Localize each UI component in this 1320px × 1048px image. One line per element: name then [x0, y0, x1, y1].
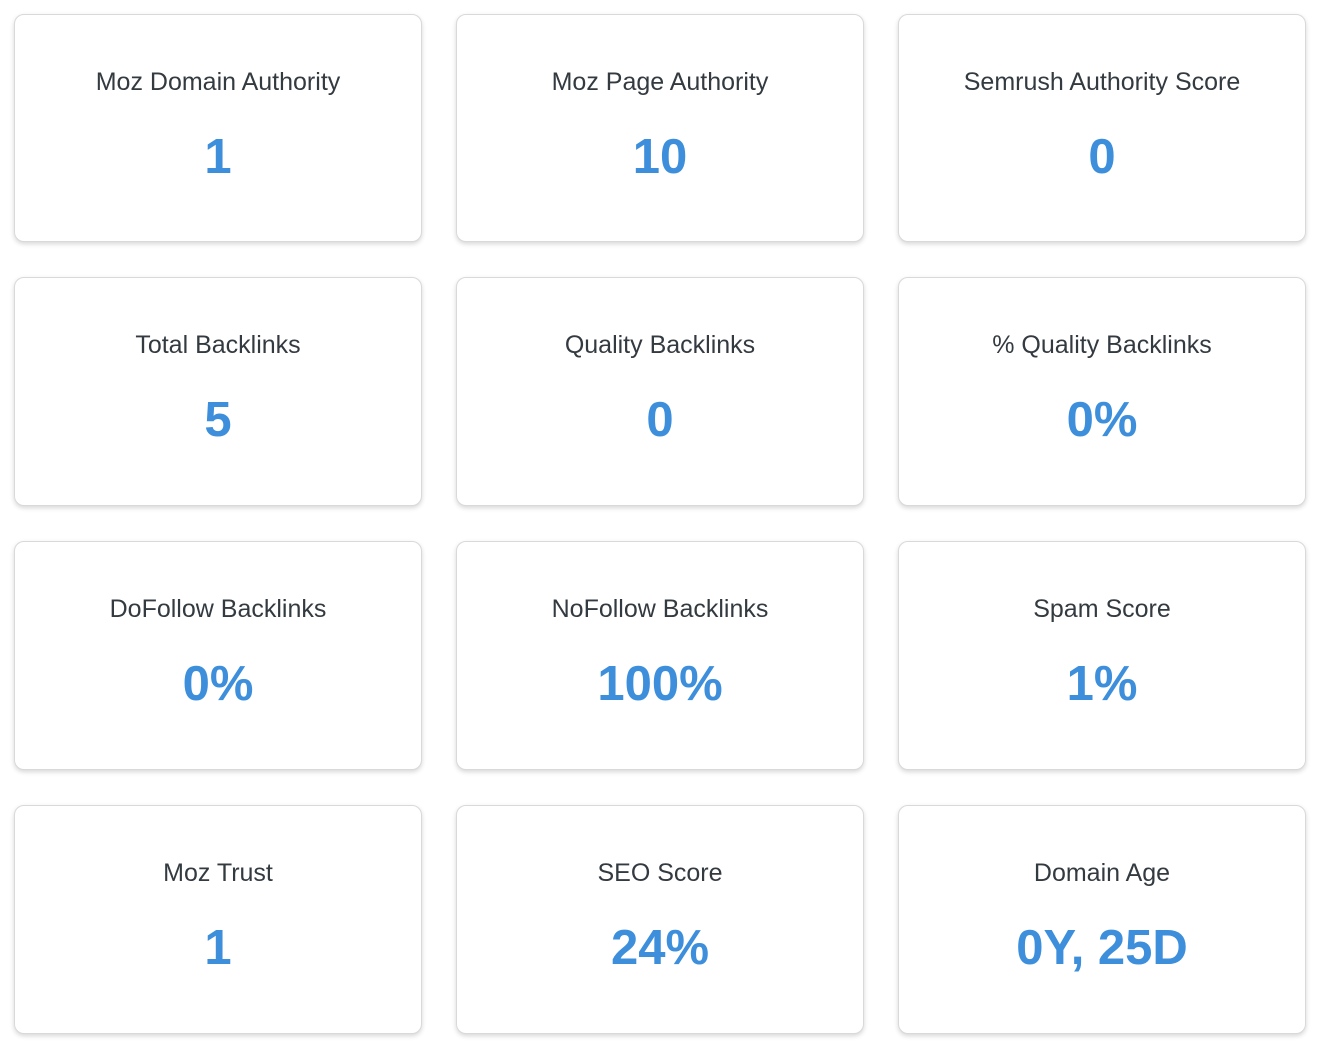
metric-value: 10 — [632, 130, 688, 184]
metric-value: 1% — [1066, 657, 1138, 711]
metric-card-total-backlinks: Total Backlinks 5 — [14, 277, 422, 506]
metric-label: DoFollow Backlinks — [109, 595, 327, 623]
metric-label: SEO Score — [597, 859, 723, 887]
metric-card-seo-score: SEO Score 24% — [456, 805, 864, 1034]
metric-label: Quality Backlinks — [564, 331, 756, 359]
metric-value: 24% — [610, 921, 710, 975]
metric-card-dofollow-backlinks: DoFollow Backlinks 0% — [14, 541, 422, 770]
metric-card-percent-quality-backlinks: % Quality Backlinks 0% — [898, 277, 1306, 506]
metric-value: 1 — [204, 130, 232, 184]
metric-label: NoFollow Backlinks — [551, 595, 769, 623]
metric-card-quality-backlinks: Quality Backlinks 0 — [456, 277, 864, 506]
metric-label: Moz Page Authority — [551, 68, 769, 96]
metrics-grid: Moz Domain Authority 1 Moz Page Authorit… — [14, 14, 1306, 1034]
metric-label: Moz Trust — [163, 859, 273, 887]
metric-label: Semrush Authority Score — [963, 68, 1241, 96]
metric-card-spam-score: Spam Score 1% — [898, 541, 1306, 770]
metric-value: 0Y, 25D — [1016, 921, 1188, 975]
metric-card-nofollow-backlinks: NoFollow Backlinks 100% — [456, 541, 864, 770]
metric-value: 0 — [646, 393, 674, 447]
metric-label: Moz Domain Authority — [95, 68, 341, 96]
metric-card-semrush-authority-score: Semrush Authority Score 0 — [898, 14, 1306, 242]
metric-card-moz-domain-authority: Moz Domain Authority 1 — [14, 14, 422, 242]
metric-card-moz-trust: Moz Trust 1 — [14, 805, 422, 1034]
metric-card-domain-age: Domain Age 0Y, 25D — [898, 805, 1306, 1034]
metric-value: 0% — [182, 657, 254, 711]
metric-label: Domain Age — [1033, 859, 1171, 887]
metric-label: % Quality Backlinks — [992, 331, 1212, 359]
metric-value: 0 — [1088, 130, 1116, 184]
metric-label: Spam Score — [1033, 595, 1171, 623]
metric-value: 5 — [204, 393, 232, 447]
metric-value: 1 — [204, 921, 232, 975]
metric-value: 100% — [597, 657, 723, 711]
metric-label: Total Backlinks — [135, 331, 301, 359]
metric-value: 0% — [1066, 393, 1138, 447]
metric-card-moz-page-authority: Moz Page Authority 10 — [456, 14, 864, 242]
